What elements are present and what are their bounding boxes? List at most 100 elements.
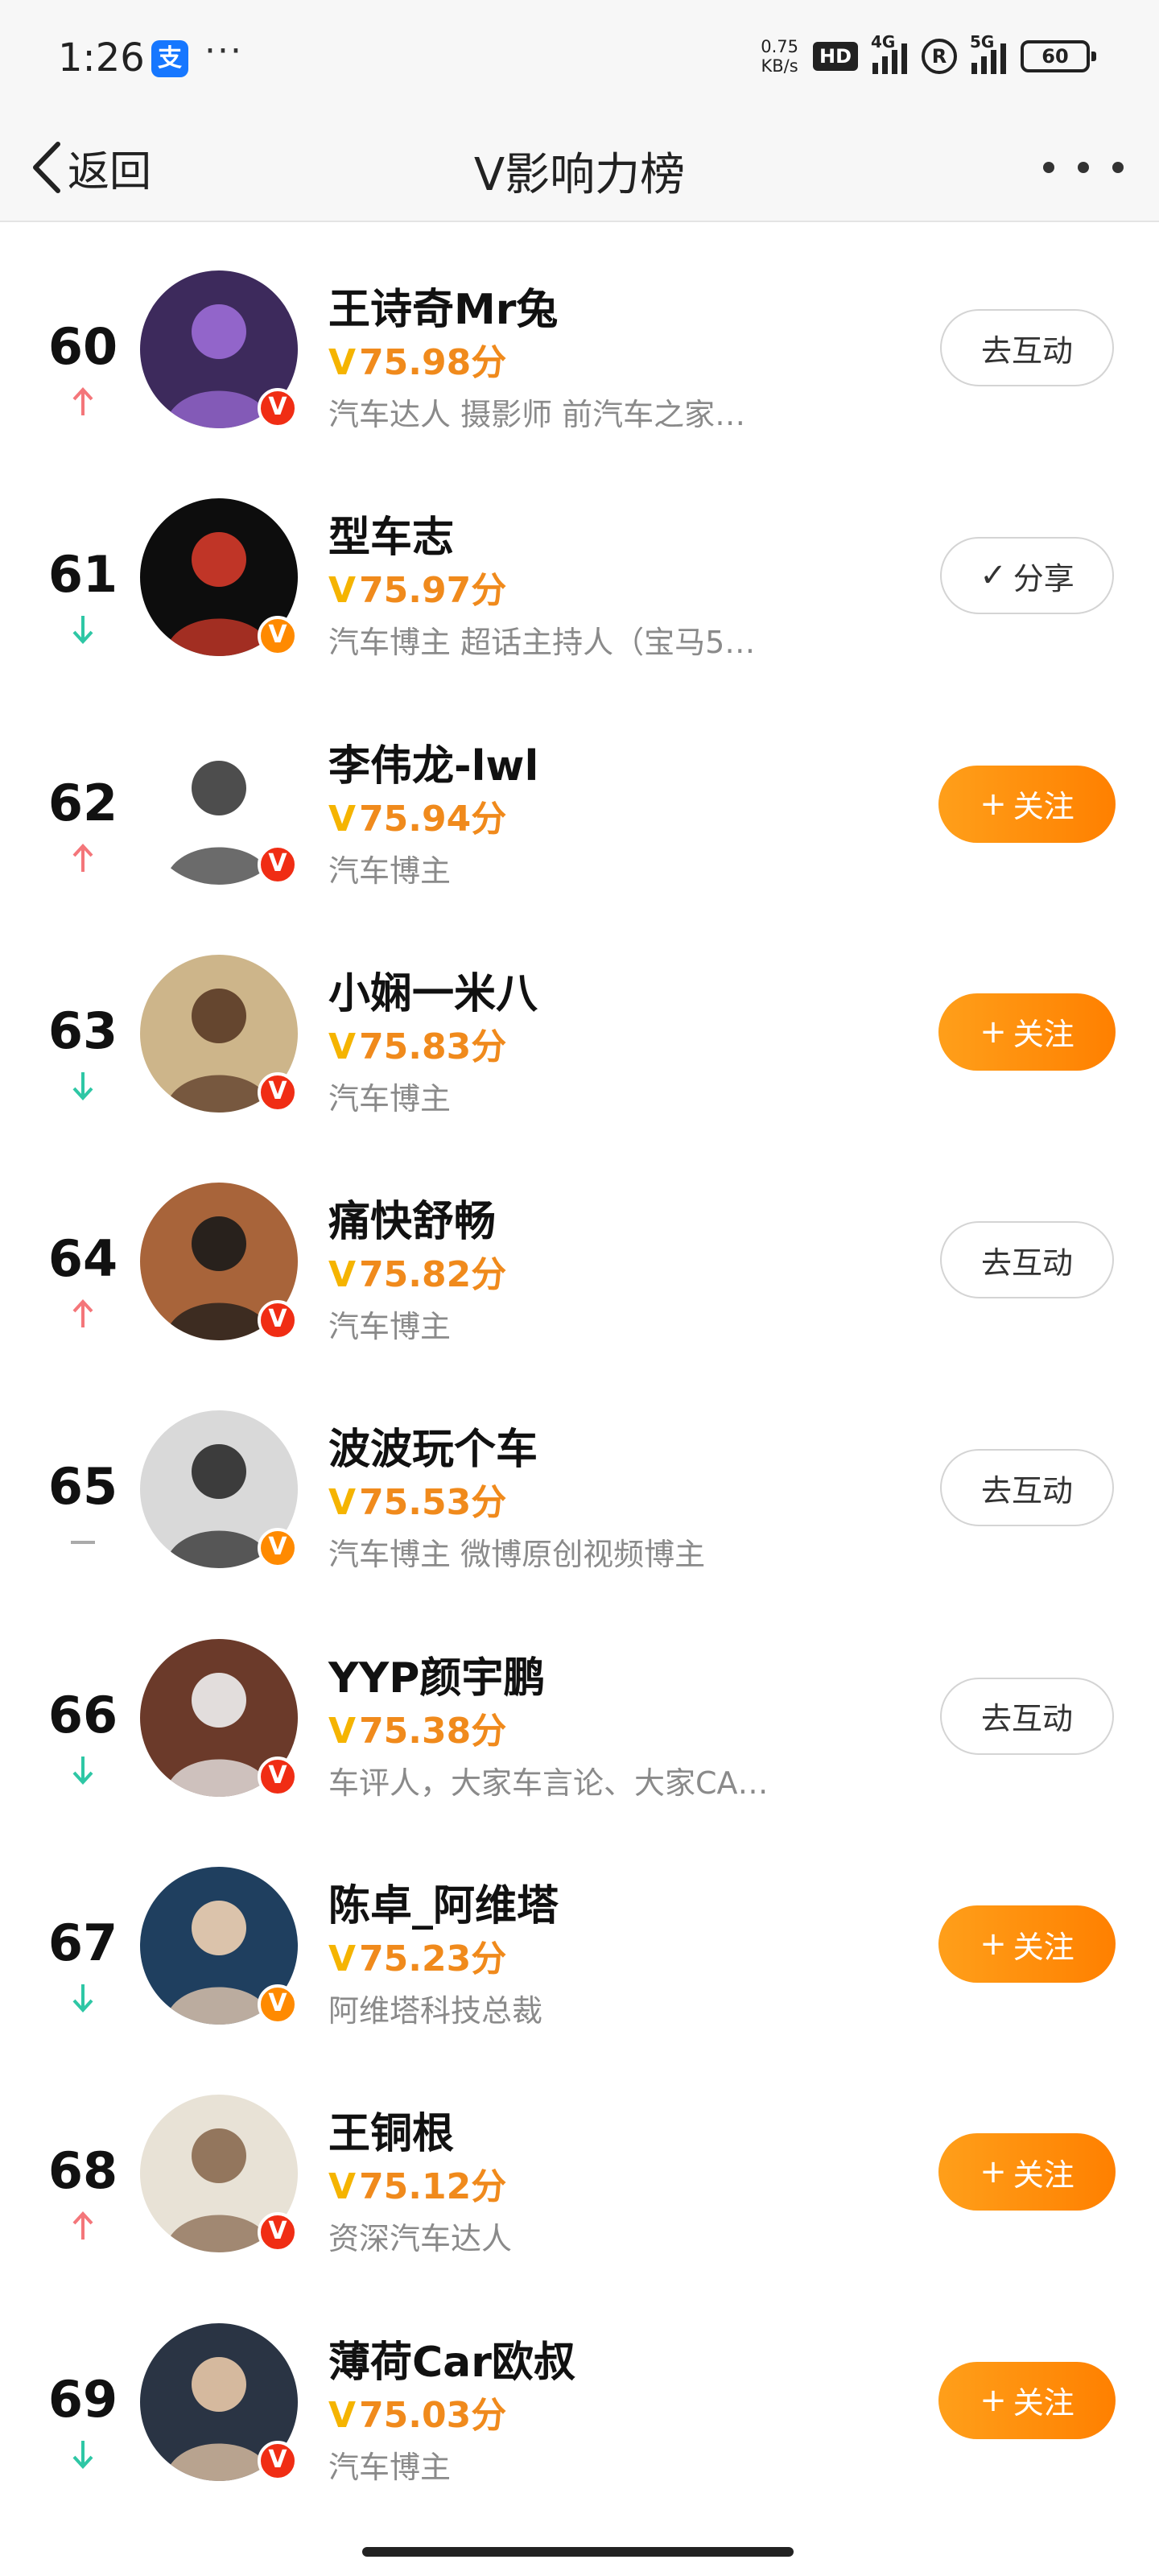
list-item[interactable]: 64 V 痛快舒畅 V75.82分 汽车博主 去互动 bbox=[0, 1146, 1159, 1373]
v-icon: V bbox=[328, 2166, 357, 2208]
more-notifications-icon: ··· bbox=[204, 31, 243, 72]
verified-badge-icon: V bbox=[258, 1300, 298, 1341]
influence-score: V75.23分 bbox=[328, 1938, 507, 1980]
follow-button[interactable]: + 关注 bbox=[938, 765, 1116, 843]
list-item[interactable]: 69 V 薄荷Car欧叔 V75.03分 汽车博主 + 关注 bbox=[0, 2286, 1159, 2514]
verified-badge-icon: V bbox=[258, 616, 298, 657]
verified-badge-icon: V bbox=[258, 388, 298, 428]
rank-number: 60 bbox=[47, 317, 118, 376]
follow-button[interactable]: + 关注 bbox=[938, 993, 1116, 1071]
user-description: 阿维塔科技总裁 bbox=[328, 1993, 543, 2029]
rank-number: 62 bbox=[47, 773, 118, 832]
interact-button[interactable]: 去互动 bbox=[940, 1221, 1114, 1299]
plus-icon: + bbox=[980, 785, 1007, 823]
v-icon: V bbox=[328, 342, 357, 383]
list-item[interactable]: 60 V 王诗奇Mr兔 V75.98分汽车达人 摄影师 前汽车之家… 去互动 bbox=[0, 233, 1159, 461]
verified-badge-icon: V bbox=[258, 1756, 298, 1797]
rank-down-arrow-icon bbox=[71, 1983, 95, 2013]
influence-score: V75.03分 bbox=[328, 2394, 507, 2436]
alipay-icon: 支 bbox=[151, 40, 188, 77]
rank-up-arrow-icon bbox=[71, 386, 95, 417]
roaming-icon: R bbox=[922, 39, 957, 74]
follow-button[interactable]: + 关注 bbox=[938, 2133, 1116, 2211]
interact-button[interactable]: 去互动 bbox=[940, 309, 1114, 386]
rank-unchanged-dash-icon bbox=[71, 1526, 95, 1557]
user-name[interactable]: 型车志 bbox=[328, 503, 454, 564]
list-item[interactable]: 63 V 小娴一米八 V75.83分 汽车博主 + 关注 bbox=[0, 918, 1159, 1146]
user-name[interactable]: 薄荷Car欧叔 bbox=[328, 2328, 575, 2388]
list-item[interactable]: 62 V 李伟龙-lwl V75.94分汽车博主 + 关注 bbox=[0, 690, 1159, 918]
user-name[interactable]: 波波玩个车 bbox=[328, 1415, 538, 1476]
v-icon: V bbox=[328, 2394, 357, 2436]
net-speed: 0.75 KB/s bbox=[761, 37, 798, 76]
user-description: 资深汽车达人 bbox=[328, 2221, 513, 2257]
user-name[interactable]: 李伟龙-lwl bbox=[328, 732, 538, 792]
rank-number: 63 bbox=[47, 1001, 118, 1060]
v-icon: V bbox=[328, 1482, 357, 1524]
signal-5g-icon: 5G bbox=[970, 32, 1006, 74]
list-item[interactable]: 67 V 陈卓_阿维塔 V75.23分 阿维塔科技总裁 + 关注 bbox=[0, 1830, 1159, 2058]
user-description: 汽车博主 超话主持人（宝马5… bbox=[328, 625, 756, 661]
more-options-icon[interactable] bbox=[1043, 151, 1124, 184]
nav-bar: 返回 V影响力榜 bbox=[0, 113, 1159, 222]
v-icon: V bbox=[328, 1254, 357, 1296]
list-item[interactable]: 68 V 王铜根 V75.12分资深汽车达人 + 关注 bbox=[0, 2058, 1159, 2285]
v-icon: V bbox=[328, 798, 357, 840]
hd-voice-icon: HD bbox=[812, 42, 858, 71]
v-icon: V bbox=[328, 570, 357, 612]
button-label: 去互动 bbox=[980, 1245, 1073, 1281]
signal-4g-icon: 4G bbox=[871, 32, 907, 74]
list-item[interactable]: 61 V 型车志 V75.97分 汽车博主 超话主持人（宝马5… ✓ 分享 bbox=[0, 461, 1159, 689]
influence-score: V75.94分 bbox=[328, 798, 507, 840]
button-label: 去互动 bbox=[980, 332, 1073, 369]
verified-badge-icon: V bbox=[258, 1984, 298, 2025]
user-description: 汽车博主 bbox=[328, 1309, 452, 1345]
user-description: 汽车达人 摄影师 前汽车之家… bbox=[328, 397, 746, 432]
influence-score: V75.98分 bbox=[328, 342, 507, 383]
rank-down-arrow-icon bbox=[71, 1071, 95, 1101]
rank-number: 68 bbox=[47, 2141, 118, 2201]
follow-button[interactable]: + 关注 bbox=[938, 1905, 1116, 1984]
rank-up-arrow-icon bbox=[71, 2211, 95, 2241]
user-name[interactable]: 陈卓_阿维塔 bbox=[328, 1872, 559, 1932]
plus-icon: + bbox=[980, 1013, 1007, 1051]
button-label: 关注 bbox=[1013, 2157, 1074, 2193]
page-title: V影响力榜 bbox=[473, 149, 686, 201]
verified-badge-icon: V bbox=[258, 1528, 298, 1569]
ranking-list: 60 V 王诗奇Mr兔 V75.98分 汽车达人 摄影师 前汽车之家… 去互动 61 V 型车志… bbox=[0, 233, 1159, 2514]
list-item[interactable]: 66 V YYP颜宇鹏 V75.38分 车评人，大家车言论、大家CA… 去互动 bbox=[0, 1602, 1159, 1830]
v-icon: V bbox=[328, 1026, 357, 1067]
interact-button[interactable]: 去互动 bbox=[940, 1677, 1114, 1755]
rank-up-arrow-icon bbox=[71, 843, 95, 873]
check-icon: ✓ bbox=[980, 557, 1007, 595]
verified-badge-icon: V bbox=[258, 1071, 298, 1113]
user-name[interactable]: 小娴一米八 bbox=[328, 960, 538, 1020]
interact-button[interactable]: 去互动 bbox=[940, 1449, 1114, 1527]
verified-badge-icon: V bbox=[258, 2440, 298, 2481]
user-name[interactable]: 王铜根 bbox=[328, 2099, 454, 2160]
plus-icon: + bbox=[980, 2153, 1007, 2191]
v-icon: V bbox=[328, 1710, 357, 1752]
share-button[interactable]: ✓ 分享 bbox=[940, 537, 1114, 615]
verified-badge-icon: V bbox=[258, 2212, 298, 2253]
influence-score: V75.12分 bbox=[328, 2166, 507, 2208]
influence-score: V75.53分 bbox=[328, 1482, 507, 1524]
user-name[interactable]: YYP颜宇鹏 bbox=[328, 1644, 545, 1704]
follow-button[interactable]: + 关注 bbox=[938, 2361, 1116, 2439]
button-label: 关注 bbox=[1013, 1929, 1074, 1965]
user-name[interactable]: 王诗奇Mr兔 bbox=[328, 275, 558, 336]
status-bar: 1:26 支 ··· 0.75 KB/s HD 4G R 5G 60 bbox=[0, 0, 1159, 113]
status-time: 1:26 bbox=[58, 35, 145, 80]
home-indicator[interactable] bbox=[362, 2547, 794, 2557]
button-label: 去互动 bbox=[980, 1701, 1073, 1737]
list-item[interactable]: 65 V 波波玩个车 V75.53分 汽车博主 微博原创视频博主 去互动 bbox=[0, 1373, 1159, 1601]
user-description: 汽车博主 bbox=[328, 1080, 452, 1117]
button-label: 分享 bbox=[1013, 560, 1074, 597]
plus-icon: + bbox=[980, 1926, 1007, 1963]
influence-score: V75.38分 bbox=[328, 1710, 507, 1752]
user-name[interactable]: 痛快舒畅 bbox=[328, 1187, 496, 1248]
user-description: 汽车博主 bbox=[328, 852, 452, 889]
rank-down-arrow-icon bbox=[71, 1755, 95, 1785]
verified-badge-icon: V bbox=[258, 844, 298, 885]
rank-down-arrow-icon bbox=[71, 2439, 95, 2470]
